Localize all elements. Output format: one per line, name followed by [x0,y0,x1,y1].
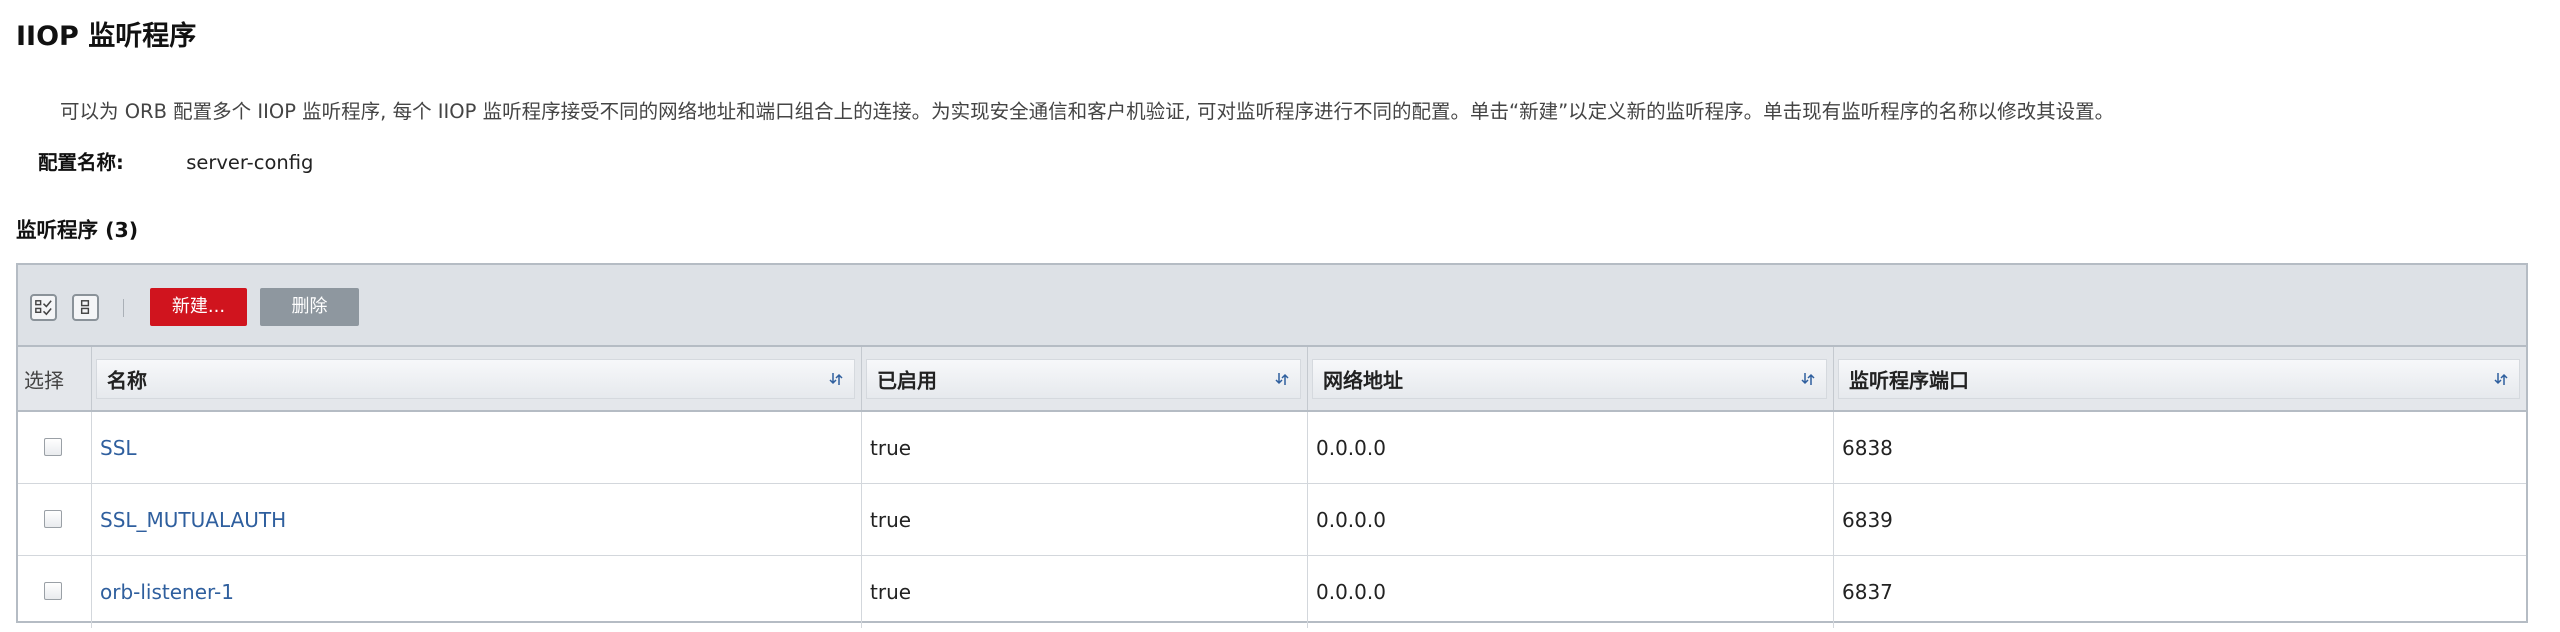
deselect-all-icon[interactable] [72,294,99,321]
sort-icon[interactable] [2493,371,2509,387]
column-header-address-label: 网络地址 [1323,368,1403,393]
address-cell: 0.0.0.0 [1308,484,1834,555]
column-header-enabled[interactable]: 已启用 [862,347,1308,410]
row-checkbox[interactable] [44,510,62,528]
name-cell: SSL [92,412,862,483]
listeners-section-title: 监听程序 (3) [16,218,139,242]
row-select-cell [18,484,92,555]
listeners-table: 新建... 删除 选择 名称 已启用 网络地址 监听程序端口 SSL true … [16,263,2528,628]
column-header-enabled-label: 已启用 [877,368,937,393]
table-row: SSL true 0.0.0.0 6838 [18,412,2526,484]
select-all-icon[interactable] [30,294,57,321]
enabled-cell: true [862,556,1308,628]
new-button[interactable]: 新建... [150,288,247,326]
port-cell: 6839 [1842,508,1893,532]
name-cell: SSL_MUTUALAUTH [92,484,862,555]
port-cell: 6837 [1842,580,1893,604]
table-header-row: 选择 名称 已启用 网络地址 监听程序端口 [18,347,2526,412]
address-cell: 0.0.0.0 [1308,556,1834,628]
listener-name-link[interactable]: orb-listener-1 [100,580,234,604]
enabled-cell: true [862,412,1308,483]
sort-icon[interactable] [1800,371,1816,387]
listener-name-link[interactable]: SSL_MUTUALAUTH [100,508,286,532]
config-name-label: 配置名称: [38,151,124,174]
page-title: IIOP 监听程序 [16,21,197,52]
table-toolbar: 新建... 删除 [18,265,2526,347]
table-row: orb-listener-1 true 0.0.0.0 6837 [18,556,2526,628]
listener-name-link[interactable]: SSL [100,436,137,460]
column-header-select: 选择 [18,347,92,410]
column-header-port[interactable]: 监听程序端口 [1834,347,2526,410]
enabled-cell: true [862,484,1308,555]
sort-icon[interactable] [828,371,844,387]
row-select-cell [18,556,92,628]
column-header-address[interactable]: 网络地址 [1308,347,1834,410]
config-row: 配置名称: server-config [38,146,313,175]
column-header-name-label: 名称 [107,368,147,393]
table-row: SSL_MUTUALAUTH true 0.0.0.0 6839 [18,484,2526,556]
toolbar-separator [123,299,124,317]
sort-icon[interactable] [1274,371,1290,387]
port-cell: 6838 [1842,436,1893,460]
delete-button[interactable]: 删除 [260,288,359,326]
address-cell: 0.0.0.0 [1308,412,1834,483]
page-description: 可以为 ORB 配置多个 IIOP 监听程序, 每个 IIOP 监听程序接受不同… [60,100,2115,123]
config-name-value: server-config [186,151,314,174]
column-header-select-label: 选择 [24,368,64,392]
column-header-port-label: 监听程序端口 [1849,368,1969,393]
row-checkbox[interactable] [44,582,62,600]
name-cell: orb-listener-1 [92,556,862,628]
row-select-cell [18,412,92,483]
row-checkbox[interactable] [44,438,62,456]
column-header-name[interactable]: 名称 [92,347,862,410]
